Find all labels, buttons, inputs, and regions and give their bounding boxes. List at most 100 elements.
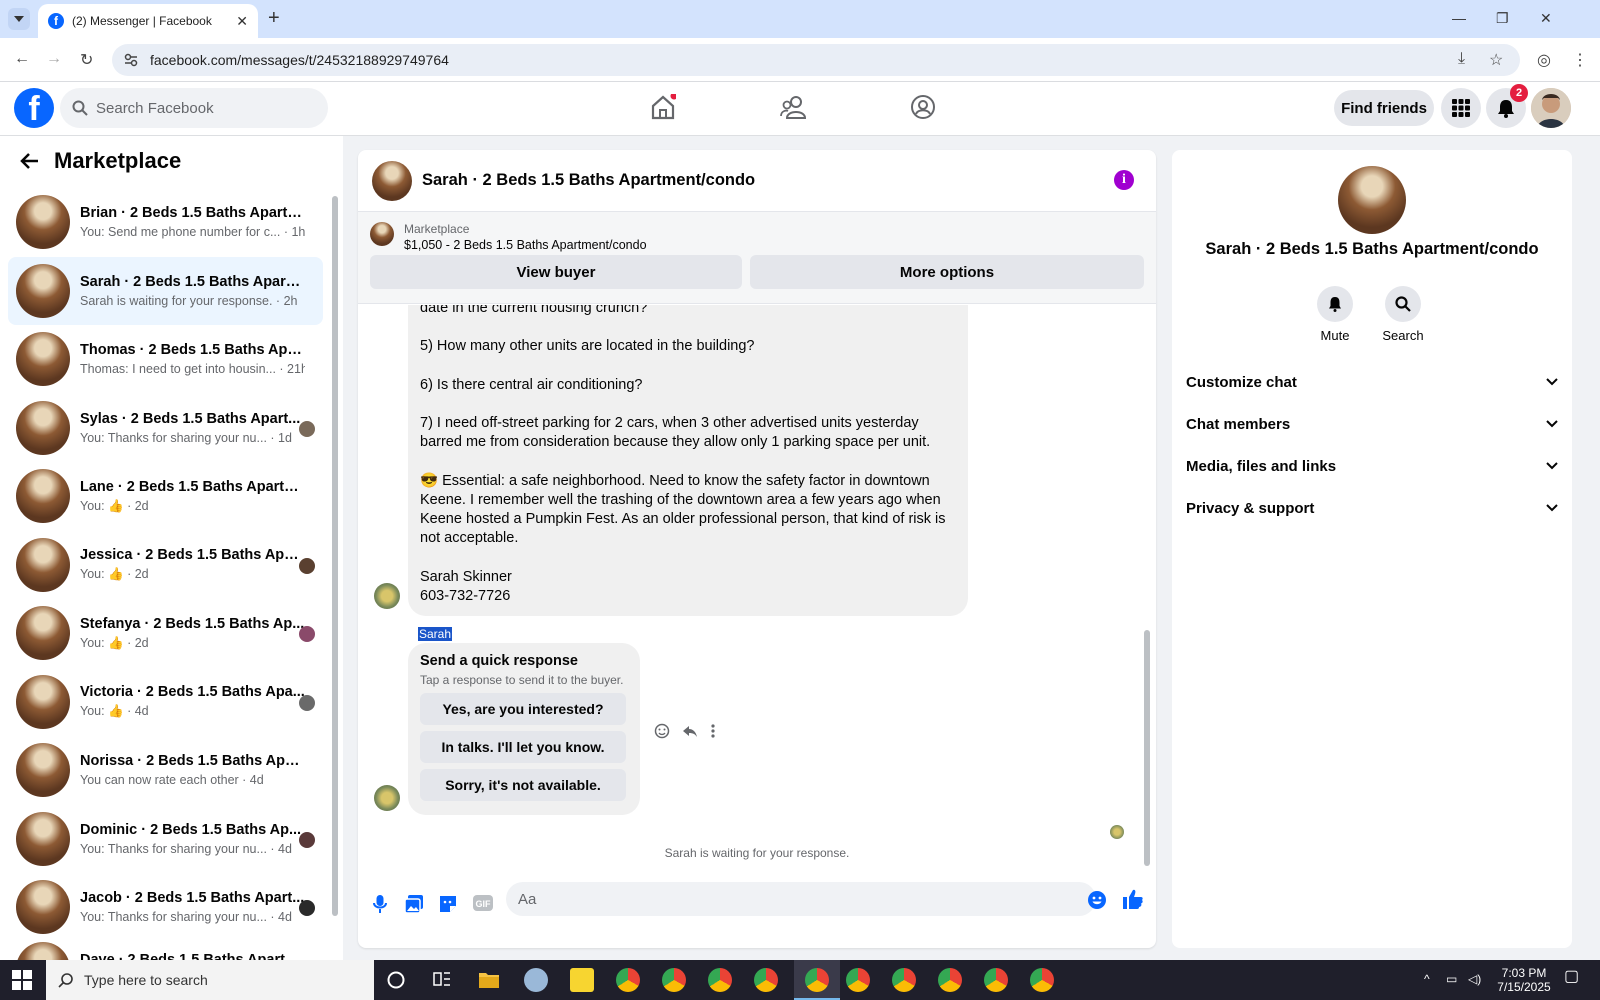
file-explorer-icon[interactable] bbox=[478, 970, 500, 990]
list-item[interactable]: Stefanya · 2 Beds 1.5 Baths Ap... You: 👍 … bbox=[8, 599, 323, 668]
quick-response-option[interactable]: Yes, are you interested? bbox=[420, 693, 626, 725]
chrome-icon[interactable] bbox=[616, 968, 640, 992]
chrome-icon[interactable] bbox=[662, 968, 686, 992]
network-icon[interactable]: ▭ bbox=[1446, 972, 1457, 986]
back-icon[interactable]: ← bbox=[14, 50, 30, 68]
notification-center-icon[interactable]: ▢ bbox=[1564, 969, 1579, 985]
chrome-icon[interactable] bbox=[708, 968, 732, 992]
more-vertical-icon[interactable] bbox=[710, 723, 716, 739]
forward-icon[interactable]: → bbox=[46, 50, 62, 68]
listing-thumbnail[interactable] bbox=[372, 160, 412, 201]
chrome-icon[interactable] bbox=[1030, 968, 1054, 992]
message-paragraph: 6) Is there central air conditioning? bbox=[420, 376, 643, 393]
groups-icon[interactable] bbox=[910, 94, 936, 120]
menu-grid-icon[interactable] bbox=[1441, 88, 1481, 128]
profile-icon[interactable]: ◎ bbox=[1537, 50, 1551, 70]
browser-tab[interactable]: f (2) Messenger | Facebook ✕ bbox=[38, 4, 258, 38]
restore-icon[interactable]: ❐ bbox=[1496, 10, 1509, 27]
windows-taskbar: Type here to search ^ ▭ ◁) 7:03 PM 7/15/… bbox=[0, 960, 1600, 1000]
chat-scrollbar[interactable] bbox=[1144, 630, 1150, 866]
list-item[interactable]: Victoria · 2 Beds 1.5 Baths Apa... You: 👍… bbox=[8, 668, 323, 737]
list-item[interactable]: Norissa · 2 Beds 1.5 Baths Apart... You c… bbox=[8, 736, 323, 805]
emoji-icon[interactable] bbox=[1087, 890, 1107, 910]
conversation-snippet: Sarah is waiting for your response. · 2h bbox=[80, 293, 298, 308]
facebook-header: f Search Facebook Find friends 2 bbox=[0, 82, 1600, 136]
list-item[interactable]: Thomas · 2 Beds 1.5 Baths Apart... Thomas… bbox=[8, 325, 323, 394]
chrome-icon[interactable] bbox=[892, 968, 916, 992]
home-icon[interactable] bbox=[650, 94, 676, 120]
listing-title[interactable]: $1,050 - 2 Beds 1.5 Baths Apartment/cond… bbox=[404, 238, 647, 252]
sticky-notes-icon[interactable] bbox=[570, 968, 594, 992]
like-thumbs-up-icon[interactable] bbox=[1122, 888, 1144, 910]
site-info-icon[interactable] bbox=[124, 53, 138, 67]
message-bubble[interactable]: date in the current housing crunch? 5) H… bbox=[408, 305, 968, 617]
chevron-down-icon bbox=[1546, 504, 1558, 512]
facebook-logo[interactable]: f bbox=[14, 88, 54, 128]
list-item[interactable]: Sarah · 2 Beds 1.5 Baths Apartm... Sarah … bbox=[8, 256, 323, 325]
mute-button[interactable]: Mute bbox=[1305, 286, 1365, 343]
listing-thumbnail[interactable] bbox=[1338, 166, 1406, 234]
new-tab-button[interactable]: + bbox=[268, 8, 280, 28]
facebook-search-input[interactable]: Search Facebook bbox=[60, 88, 328, 128]
chrome-icon[interactable] bbox=[984, 968, 1008, 992]
view-buyer-button[interactable]: View buyer bbox=[370, 255, 742, 289]
address-bar[interactable]: facebook.com/messages/t/2453218892974976… bbox=[112, 44, 1520, 76]
more-options-button[interactable]: More options bbox=[750, 255, 1144, 289]
privacy-support-row[interactable]: Privacy & support bbox=[1186, 490, 1558, 526]
info-icon[interactable]: i bbox=[1114, 170, 1134, 190]
marketplace-label: Marketplace bbox=[404, 222, 470, 236]
media-files-links-row[interactable]: Media, files and links bbox=[1186, 448, 1558, 484]
cortana-icon[interactable] bbox=[386, 970, 406, 990]
friends-icon[interactable] bbox=[780, 94, 808, 120]
list-item[interactable]: Jacob · 2 Beds 1.5 Baths Apart... You: Th… bbox=[8, 873, 323, 942]
browser-menu-icon[interactable]: ⋮ bbox=[1572, 50, 1588, 70]
close-tab-icon[interactable]: ✕ bbox=[236, 13, 248, 30]
chrome-icon[interactable] bbox=[846, 968, 870, 992]
chat-title[interactable]: Sarah · 2 Beds 1.5 Baths Apartment/condo bbox=[422, 171, 755, 190]
system-clock[interactable]: 7:03 PM 7/15/2025 bbox=[1494, 966, 1554, 994]
bookmark-star-icon[interactable]: ☆ bbox=[1489, 50, 1503, 70]
gif-icon[interactable]: GIF bbox=[472, 894, 494, 912]
search-in-chat-button[interactable]: Search bbox=[1373, 286, 1433, 343]
tray-chevron-icon[interactable]: ^ bbox=[1424, 972, 1430, 986]
back-arrow-icon[interactable] bbox=[20, 152, 40, 170]
volume-icon[interactable]: ◁) bbox=[1468, 972, 1481, 986]
chrome-icon[interactable] bbox=[754, 968, 778, 992]
window-close-icon[interactable]: ✕ bbox=[1540, 10, 1552, 27]
sender-avatar[interactable] bbox=[374, 583, 400, 609]
install-app-icon[interactable]: ⤓ bbox=[1458, 50, 1465, 68]
sticker-icon[interactable] bbox=[438, 894, 458, 914]
chat-members-row[interactable]: Chat members bbox=[1186, 406, 1558, 442]
reply-icon[interactable] bbox=[682, 723, 698, 739]
photo-icon[interactable] bbox=[404, 894, 424, 914]
windows-start-icon[interactable] bbox=[12, 970, 32, 990]
list-item[interactable]: Jessica · 2 Beds 1.5 Baths Apar... You: 👍… bbox=[8, 531, 323, 600]
list-item[interactable]: Lane · 2 Beds 1.5 Baths Apartme... You: 👍… bbox=[8, 462, 323, 531]
chrome-icon[interactable] bbox=[938, 968, 962, 992]
conversation-name: Jessica · 2 Beds 1.5 Baths Apar... bbox=[80, 547, 305, 564]
browser-toolbar: ← → ↻ facebook.com/messages/t/2453218892… bbox=[0, 38, 1600, 82]
account-avatar[interactable] bbox=[1531, 88, 1571, 128]
conversation-name: Thomas · 2 Beds 1.5 Baths Apart... bbox=[80, 342, 305, 359]
list-item[interactable]: Brian · 2 Beds 1.5 Baths Apartme... You: … bbox=[8, 188, 323, 257]
sender-avatar[interactable] bbox=[374, 785, 400, 811]
find-friends-button[interactable]: Find friends bbox=[1334, 90, 1434, 126]
quick-response-option[interactable]: Sorry, it's not available. bbox=[420, 769, 626, 801]
list-item[interactable]: Sylas · 2 Beds 1.5 Baths Apart... You: Th… bbox=[8, 394, 323, 463]
app-icon[interactable] bbox=[524, 968, 548, 992]
active-taskbar-slot[interactable] bbox=[794, 960, 840, 1000]
minimize-icon[interactable]: — bbox=[1452, 10, 1466, 26]
seen-avatar bbox=[299, 557, 315, 574]
sidebar-scrollbar[interactable] bbox=[332, 196, 338, 916]
customize-chat-row[interactable]: Customize chat bbox=[1186, 364, 1558, 400]
list-item[interactable]: Dominic · 2 Beds 1.5 Baths Ap... You: Tha… bbox=[8, 805, 323, 874]
react-emoji-icon[interactable] bbox=[654, 723, 670, 739]
tab-search-button[interactable] bbox=[8, 8, 30, 30]
message-actions bbox=[654, 723, 716, 739]
reload-icon[interactable]: ↻ bbox=[80, 50, 93, 70]
quick-response-option[interactable]: In talks. I'll let you know. bbox=[420, 731, 626, 763]
microphone-icon[interactable] bbox=[372, 894, 388, 914]
message-input[interactable]: Aa bbox=[506, 882, 1096, 916]
task-view-icon[interactable] bbox=[432, 970, 452, 990]
taskbar-search-input[interactable]: Type here to search bbox=[46, 960, 374, 1000]
